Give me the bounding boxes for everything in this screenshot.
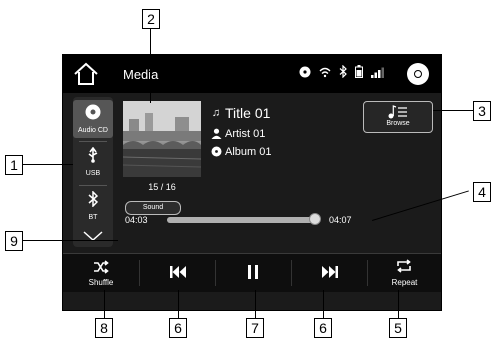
track-title: Title 01 bbox=[225, 105, 271, 121]
home-icon bbox=[74, 62, 98, 85]
callout-leader bbox=[150, 28, 151, 103]
bluetooth-icon bbox=[88, 190, 99, 208]
callout-leader bbox=[104, 290, 105, 318]
screen-title: Media bbox=[123, 67, 159, 82]
source-scroll-down[interactable] bbox=[73, 229, 113, 245]
track-artist: Artist 01 bbox=[225, 128, 266, 140]
previous-track-icon bbox=[170, 266, 186, 278]
callout-6-previous: 6 bbox=[169, 318, 187, 338]
track-artist-row: Artist 01 bbox=[209, 128, 349, 142]
signal-icon bbox=[371, 65, 387, 83]
browse-button[interactable]: Browse bbox=[363, 101, 433, 133]
callout-5: 5 bbox=[389, 318, 407, 338]
source-bt[interactable]: BT bbox=[73, 189, 113, 223]
callout-leader bbox=[23, 164, 73, 165]
source-usb[interactable]: USB bbox=[73, 145, 113, 181]
source-divider bbox=[79, 141, 107, 142]
previous-track-button[interactable] bbox=[140, 254, 215, 292]
seek-knob[interactable] bbox=[308, 213, 321, 225]
sound-button[interactable]: Sound bbox=[125, 201, 181, 215]
callout-leader bbox=[178, 290, 179, 318]
browse-list-icon bbox=[388, 105, 407, 119]
track-album: Album 01 bbox=[225, 146, 272, 158]
source-divider bbox=[79, 185, 107, 186]
status-bar: Media bbox=[63, 55, 441, 93]
track-position: 15 / 16 bbox=[148, 182, 176, 192]
callout-leader bbox=[398, 290, 399, 318]
disc-icon bbox=[85, 104, 101, 120]
media-screen: Media Audio CD USB BT 15 / 16 Sound ♫ Ti… bbox=[62, 54, 442, 311]
browse-label: Browse bbox=[386, 120, 410, 127]
repeat-icon bbox=[397, 259, 411, 273]
pause-icon bbox=[248, 265, 258, 279]
callout-2: 2 bbox=[142, 9, 160, 29]
next-track-icon bbox=[322, 266, 338, 278]
callout-leader bbox=[433, 110, 473, 111]
usb-icon bbox=[88, 146, 98, 163]
battery-icon bbox=[355, 65, 363, 83]
seek-bar-fill bbox=[167, 217, 315, 223]
callout-9: 9 bbox=[5, 231, 23, 251]
callout-8: 8 bbox=[95, 318, 113, 338]
home-button[interactable] bbox=[71, 61, 101, 87]
wifi-icon bbox=[319, 65, 331, 83]
callout-leader bbox=[323, 290, 324, 318]
source-label: BT bbox=[88, 214, 98, 221]
source-list: Audio CD USB BT bbox=[73, 97, 113, 247]
callout-7: 7 bbox=[246, 318, 264, 338]
disc-button[interactable] bbox=[407, 63, 429, 85]
shuffle-icon bbox=[94, 260, 109, 274]
album-art-image bbox=[122, 101, 202, 177]
elapsed-time: 04:03 bbox=[125, 215, 148, 225]
status-icons bbox=[299, 64, 387, 83]
callout-4: 4 bbox=[473, 182, 491, 202]
music-note-icon: ♫ bbox=[211, 107, 221, 119]
seek-bar[interactable] bbox=[167, 213, 321, 225]
repeat-label: Repeat bbox=[391, 278, 418, 287]
shuffle-button[interactable]: Shuffle bbox=[63, 254, 139, 292]
source-audio-cd[interactable]: Audio CD bbox=[73, 100, 113, 138]
callout-6-next: 6 bbox=[314, 318, 332, 338]
track-title-row: ♫ Title 01 bbox=[209, 105, 349, 123]
pause-button[interactable] bbox=[216, 254, 291, 292]
album-art bbox=[122, 101, 202, 177]
callout-leader bbox=[255, 290, 256, 318]
artist-icon bbox=[209, 128, 223, 142]
callout-leader bbox=[23, 240, 118, 241]
shuffle-label: Shuffle bbox=[88, 278, 114, 287]
track-album-row: Album 01 bbox=[209, 146, 349, 160]
source-label: USB bbox=[85, 170, 101, 177]
playback-controls: Shuffle Repeat bbox=[63, 253, 441, 292]
callout-3: 3 bbox=[473, 101, 491, 121]
next-track-button[interactable] bbox=[292, 254, 367, 292]
repeat-button[interactable]: Repeat bbox=[368, 254, 441, 292]
source-label: Audio CD bbox=[78, 127, 108, 134]
album-icon bbox=[209, 146, 223, 160]
cd-status-icon bbox=[299, 65, 311, 83]
total-time: 04:07 bbox=[329, 215, 352, 225]
bluetooth-status-icon bbox=[339, 64, 347, 83]
callout-1: 1 bbox=[5, 155, 23, 175]
